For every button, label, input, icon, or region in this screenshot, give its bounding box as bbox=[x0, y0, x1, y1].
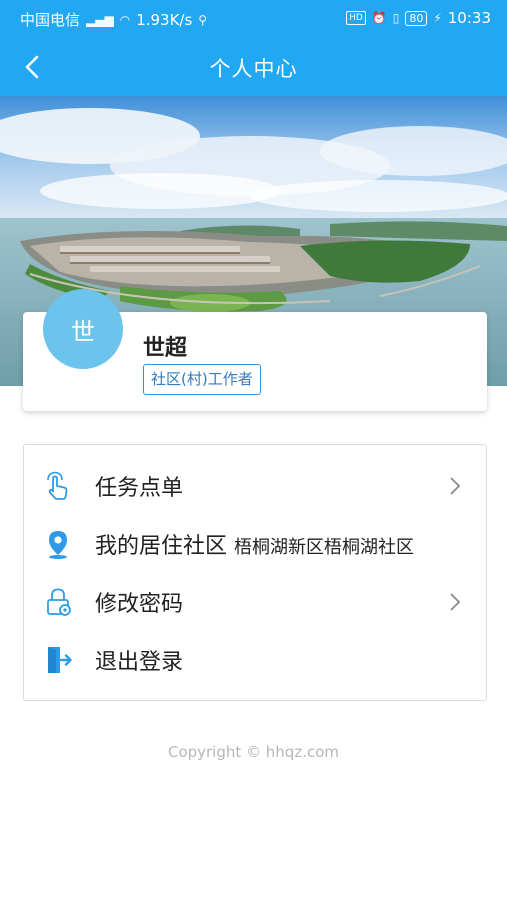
menu-label-change-password: 修改密码 bbox=[95, 592, 184, 617]
charging-icon: ⚡ bbox=[433, 11, 442, 25]
wifi-icon: ◠ bbox=[119, 12, 131, 27]
community-value: 梧桐湖新区梧桐湖社区 bbox=[234, 537, 415, 558]
network-speed: 1.93K/s bbox=[136, 10, 193, 29]
menu-label-my-community: 我的居住社区 梧桐湖新区梧桐湖社区 bbox=[95, 528, 414, 560]
hand-pointer-icon bbox=[47, 471, 68, 500]
location-pin-icon bbox=[49, 531, 67, 559]
hd-icon: HD bbox=[346, 11, 366, 25]
menu-label-task-order: 任务点单 bbox=[95, 476, 184, 501]
menu-item-my-community[interactable]: 我的居住社区 梧桐湖新区梧桐湖社区 bbox=[24, 515, 488, 573]
menu-item-task-order[interactable]: 任务点单 bbox=[24, 457, 488, 515]
avatar[interactable]: 世 bbox=[43, 289, 123, 369]
chevron-right-icon bbox=[450, 593, 461, 611]
copyright-text: Copyright © hhqz.com bbox=[167, 743, 340, 761]
role-badge: 社区(村)工作者 bbox=[143, 364, 261, 395]
lock-gear-icon bbox=[47, 588, 71, 616]
menu-card: 任务点单 我的居住社区 梧桐湖新区梧桐湖社区 修改密码 退出登录 bbox=[23, 444, 487, 701]
menu-item-logout[interactable]: 退出登录 bbox=[24, 631, 488, 689]
menu-label-my-community-text: 我的居住社区 bbox=[95, 534, 228, 559]
alarm-icon: ⏰ bbox=[371, 11, 387, 25]
user-name: 世超 bbox=[143, 336, 188, 361]
usb-icon: ⚲ bbox=[198, 12, 208, 27]
logout-door-icon bbox=[48, 647, 72, 673]
status-bar: 中国电信 ▂▄▆ ◠ 1.93K/s ⚲ HD ⏰ ▯ 80 ⚡ 10:33 bbox=[0, 0, 507, 38]
signal-icon: ▂▄▆ bbox=[86, 12, 114, 27]
carrier-label: 中国电信 bbox=[20, 11, 81, 29]
vibrate-icon: ▯ bbox=[392, 11, 400, 25]
chevron-right-icon bbox=[450, 477, 461, 495]
battery-icon: 80 bbox=[405, 10, 428, 26]
page-title: 个人中心 bbox=[209, 57, 298, 81]
menu-item-change-password[interactable]: 修改密码 bbox=[24, 573, 488, 631]
menu-label-logout: 退出登录 bbox=[95, 650, 184, 675]
clock: 10:33 bbox=[447, 9, 491, 27]
nav-bar: 个人中心 bbox=[0, 38, 507, 96]
